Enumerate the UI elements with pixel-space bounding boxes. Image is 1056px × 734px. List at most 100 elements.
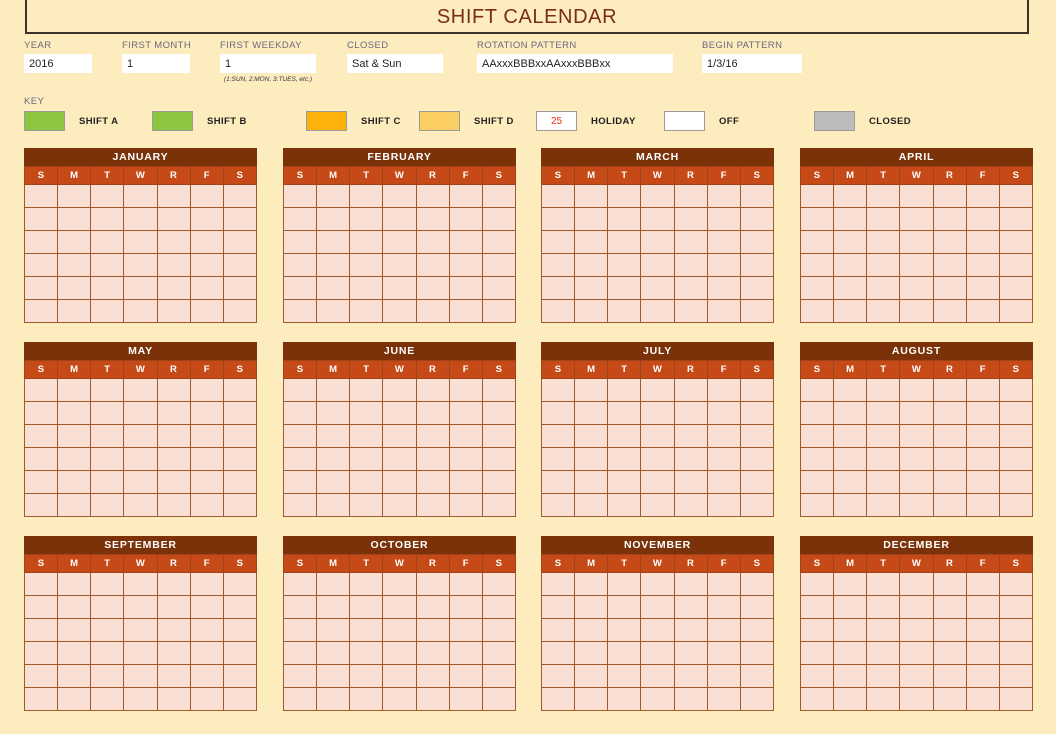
day-cell[interactable] bbox=[932, 184, 967, 208]
day-cell[interactable] bbox=[673, 470, 708, 494]
day-cell[interactable] bbox=[965, 618, 1000, 642]
day-cell[interactable] bbox=[349, 664, 384, 688]
day-cell[interactable] bbox=[23, 207, 59, 231]
day-cell[interactable] bbox=[833, 664, 868, 688]
day-cell[interactable] bbox=[706, 687, 741, 711]
day-cell[interactable] bbox=[57, 447, 92, 471]
day-cell[interactable] bbox=[481, 253, 517, 277]
day-cell[interactable] bbox=[607, 230, 642, 254]
day-cell[interactable] bbox=[156, 184, 191, 208]
day-cell[interactable] bbox=[866, 401, 901, 425]
day-cell[interactable] bbox=[57, 184, 92, 208]
day-cell[interactable] bbox=[607, 641, 642, 665]
day-cell[interactable] bbox=[448, 184, 483, 208]
day-cell[interactable] bbox=[222, 276, 258, 300]
day-cell[interactable] bbox=[998, 595, 1034, 619]
day-cell[interactable] bbox=[222, 618, 258, 642]
day-cell[interactable] bbox=[316, 207, 351, 231]
day-cell[interactable] bbox=[123, 618, 158, 642]
day-cell[interactable] bbox=[799, 664, 835, 688]
day-cell[interactable] bbox=[673, 378, 708, 402]
day-cell[interactable] bbox=[574, 253, 609, 277]
day-cell[interactable] bbox=[866, 687, 901, 711]
day-cell[interactable] bbox=[899, 687, 934, 711]
day-cell[interactable] bbox=[998, 618, 1034, 642]
day-cell[interactable] bbox=[415, 664, 450, 688]
day-cell[interactable] bbox=[415, 493, 450, 517]
day-cell[interactable] bbox=[833, 470, 868, 494]
day-cell[interactable] bbox=[998, 401, 1034, 425]
day-cell[interactable] bbox=[833, 230, 868, 254]
day-cell[interactable] bbox=[57, 424, 92, 448]
day-cell[interactable] bbox=[899, 447, 934, 471]
day-cell[interactable] bbox=[965, 424, 1000, 448]
day-cell[interactable] bbox=[448, 378, 483, 402]
day-cell[interactable] bbox=[382, 207, 417, 231]
day-cell[interactable] bbox=[222, 572, 258, 596]
day-cell[interactable] bbox=[90, 184, 125, 208]
day-cell[interactable] bbox=[156, 276, 191, 300]
day-cell[interactable] bbox=[998, 641, 1034, 665]
day-cell[interactable] bbox=[607, 687, 642, 711]
day-cell[interactable] bbox=[123, 572, 158, 596]
day-cell[interactable] bbox=[706, 207, 741, 231]
day-cell[interactable] bbox=[965, 447, 1000, 471]
day-cell[interactable] bbox=[739, 447, 775, 471]
day-cell[interactable] bbox=[965, 299, 1000, 323]
day-cell[interactable] bbox=[540, 493, 576, 517]
day-cell[interactable] bbox=[673, 447, 708, 471]
day-cell[interactable] bbox=[866, 470, 901, 494]
day-cell[interactable] bbox=[574, 641, 609, 665]
day-cell[interactable] bbox=[189, 207, 224, 231]
day-cell[interactable] bbox=[282, 687, 318, 711]
day-cell[interactable] bbox=[574, 595, 609, 619]
day-cell[interactable] bbox=[448, 641, 483, 665]
day-cell[interactable] bbox=[799, 687, 835, 711]
day-cell[interactable] bbox=[574, 424, 609, 448]
day-cell[interactable] bbox=[23, 447, 59, 471]
day-cell[interactable] bbox=[706, 664, 741, 688]
day-cell[interactable] bbox=[833, 276, 868, 300]
day-cell[interactable] bbox=[739, 641, 775, 665]
day-cell[interactable] bbox=[799, 595, 835, 619]
day-cell[interactable] bbox=[222, 230, 258, 254]
day-cell[interactable] bbox=[899, 276, 934, 300]
day-cell[interactable] bbox=[382, 664, 417, 688]
day-cell[interactable] bbox=[540, 207, 576, 231]
day-cell[interactable] bbox=[706, 493, 741, 517]
day-cell[interactable] bbox=[481, 207, 517, 231]
day-cell[interactable] bbox=[866, 424, 901, 448]
day-cell[interactable] bbox=[965, 184, 1000, 208]
day-cell[interactable] bbox=[57, 470, 92, 494]
day-cell[interactable] bbox=[316, 253, 351, 277]
day-cell[interactable] bbox=[222, 424, 258, 448]
day-cell[interactable] bbox=[481, 641, 517, 665]
day-cell[interactable] bbox=[282, 184, 318, 208]
day-cell[interactable] bbox=[189, 618, 224, 642]
day-cell[interactable] bbox=[540, 184, 576, 208]
day-cell[interactable] bbox=[706, 447, 741, 471]
day-cell[interactable] bbox=[90, 618, 125, 642]
day-cell[interactable] bbox=[706, 470, 741, 494]
day-cell[interactable] bbox=[673, 618, 708, 642]
day-cell[interactable] bbox=[607, 572, 642, 596]
day-cell[interactable] bbox=[57, 687, 92, 711]
day-cell[interactable] bbox=[739, 184, 775, 208]
day-cell[interactable] bbox=[481, 276, 517, 300]
day-cell[interactable] bbox=[282, 276, 318, 300]
day-cell[interactable] bbox=[739, 687, 775, 711]
day-cell[interactable] bbox=[57, 664, 92, 688]
day-cell[interactable] bbox=[673, 424, 708, 448]
day-cell[interactable] bbox=[673, 687, 708, 711]
day-cell[interactable] bbox=[156, 595, 191, 619]
day-cell[interactable] bbox=[156, 230, 191, 254]
day-cell[interactable] bbox=[189, 184, 224, 208]
day-cell[interactable] bbox=[282, 470, 318, 494]
day-cell[interactable] bbox=[382, 184, 417, 208]
day-cell[interactable] bbox=[282, 664, 318, 688]
day-cell[interactable] bbox=[415, 618, 450, 642]
day-cell[interactable] bbox=[282, 207, 318, 231]
day-cell[interactable] bbox=[899, 493, 934, 517]
day-cell[interactable] bbox=[349, 493, 384, 517]
day-cell[interactable] bbox=[382, 687, 417, 711]
